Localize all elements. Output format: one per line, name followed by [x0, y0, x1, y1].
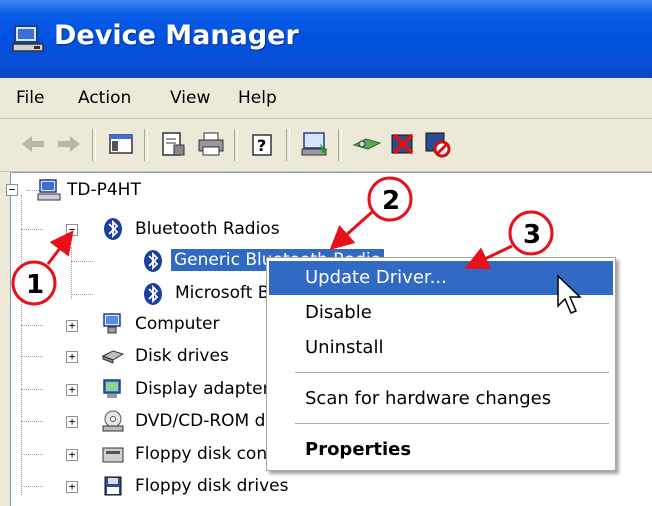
toolbar-separator	[92, 129, 96, 161]
menu-help[interactable]: Help	[238, 88, 277, 108]
toolbar-separator	[338, 129, 342, 161]
tree-root-label[interactable]: TD-P4HT	[67, 180, 141, 200]
scan-hardware-label: Scan for hardware changes	[305, 388, 552, 409]
collapse-root-button[interactable]: −	[6, 184, 18, 196]
update-driver-menu-item[interactable]: Update Driver...	[269, 261, 613, 295]
context-menu: Update Driver... Disable Uninstall Scan …	[266, 257, 616, 471]
expand-floppy-drives-button[interactable]: +	[66, 481, 78, 493]
disable-icon[interactable]	[422, 129, 452, 159]
dvd-drive-icon	[102, 410, 124, 432]
tree-connector	[21, 229, 43, 230]
tree-connector	[21, 486, 43, 487]
properties-label: Properties	[305, 439, 412, 460]
disk-drive-icon	[101, 350, 125, 364]
tree-connector	[21, 195, 22, 495]
window-title: Device Manager	[54, 20, 299, 51]
floppy-drive-icon	[104, 476, 122, 496]
expand-display-adapters-button[interactable]: +	[66, 384, 78, 396]
menu-action[interactable]: Action	[78, 88, 131, 108]
bluetooth-icon	[144, 250, 162, 272]
display-adapter-icon	[103, 379, 121, 398]
menu-view[interactable]: View	[170, 88, 210, 108]
back-icon[interactable]	[18, 129, 48, 159]
tree-item-disk-drives[interactable]: Disk drives	[135, 346, 229, 366]
toolbar-separator	[234, 129, 238, 161]
scan-hardware-icon[interactable]	[352, 129, 382, 159]
uninstall-label: Uninstall	[305, 337, 384, 358]
tree-connector	[21, 421, 43, 422]
toolbar-separator	[286, 129, 290, 161]
update-driver-icon[interactable]	[300, 129, 330, 159]
device-manager-window: Device Manager File Action View Help ? −…	[0, 0, 652, 506]
tree-item-floppy-disk-drives[interactable]: Floppy disk drives	[135, 476, 288, 496]
expand-dvd-cd-rom-button[interactable]: +	[66, 416, 78, 428]
computer-category-icon	[103, 313, 121, 334]
device-manager-icon	[12, 25, 44, 52]
title-bar[interactable]: Device Manager	[0, 0, 652, 78]
properties-menu-item[interactable]: Properties	[269, 433, 613, 467]
toolbar: ?	[0, 119, 652, 172]
show-hide-tree-icon[interactable]	[106, 129, 136, 159]
tree-item-bluetooth-radios[interactable]: Bluetooth Radios	[135, 219, 280, 239]
tree-connector	[71, 247, 72, 299]
menu-separator	[295, 423, 609, 424]
scan-hardware-menu-item[interactable]: Scan for hardware changes	[269, 382, 613, 416]
forward-icon[interactable]	[54, 129, 84, 159]
expand-floppy-controllers-button[interactable]: +	[66, 449, 78, 461]
menu-separator	[295, 372, 609, 373]
computer-icon	[37, 179, 61, 201]
collapse-bluetooth-button[interactable]: −	[66, 224, 78, 236]
tree-connector	[71, 261, 93, 262]
expand-computer-button[interactable]: +	[66, 320, 78, 332]
svg-text:?: ?	[257, 136, 266, 155]
tree-connector	[21, 356, 43, 357]
disable-label: Disable	[305, 302, 372, 323]
help-icon[interactable]: ?	[248, 129, 278, 159]
tree-connector	[21, 325, 43, 326]
disable-menu-item[interactable]: Disable	[269, 296, 613, 330]
update-driver-label: Update Driver...	[305, 267, 447, 288]
expand-disk-drives-button[interactable]: +	[66, 351, 78, 363]
uninstall-icon[interactable]	[388, 129, 418, 159]
properties-icon[interactable]	[158, 129, 188, 159]
uninstall-menu-item[interactable]: Uninstall	[269, 331, 613, 365]
tree-connector	[71, 294, 93, 295]
print-icon[interactable]	[196, 129, 226, 159]
menu-file[interactable]: File	[16, 88, 44, 108]
tree-connector	[21, 389, 43, 390]
floppy-controller-icon	[102, 447, 124, 463]
tree-connector	[21, 454, 43, 455]
tree-item-display-adapters[interactable]: Display adapters	[135, 379, 278, 399]
bluetooth-icon	[104, 218, 122, 240]
tree-item-computer[interactable]: Computer	[135, 314, 220, 334]
menu-bar: File Action View Help	[0, 78, 652, 119]
toolbar-separator	[144, 129, 148, 161]
bluetooth-icon	[144, 283, 162, 305]
